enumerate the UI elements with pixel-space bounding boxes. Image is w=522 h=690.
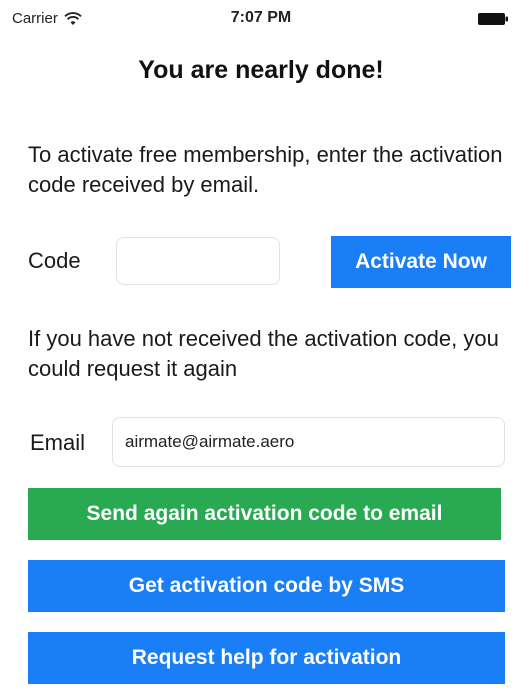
send-email-code-button[interactable]: Send again activation code to email (28, 488, 501, 540)
activate-now-button[interactable]: Activate Now (331, 236, 511, 288)
email-label: Email (30, 430, 86, 455)
status-bar: Carrier 7:07 PM (0, 0, 522, 40)
resend-info-text: If you have not received the activation … (28, 326, 499, 381)
email-input[interactable] (112, 417, 505, 467)
page-title: You are nearly done! (138, 56, 384, 84)
code-input[interactable] (116, 237, 280, 285)
instructions-text: To activate free membership, enter the a… (28, 142, 503, 197)
sms-code-button[interactable]: Get activation code by SMS (28, 560, 505, 612)
code-label: Code (28, 248, 81, 273)
request-help-button[interactable]: Request help for activation (28, 632, 505, 684)
status-time: 7:07 PM (230, 9, 292, 26)
activation-screen: Carrier 7:07 PM You are nearly done! To … (0, 0, 522, 690)
battery-icon (478, 13, 508, 25)
